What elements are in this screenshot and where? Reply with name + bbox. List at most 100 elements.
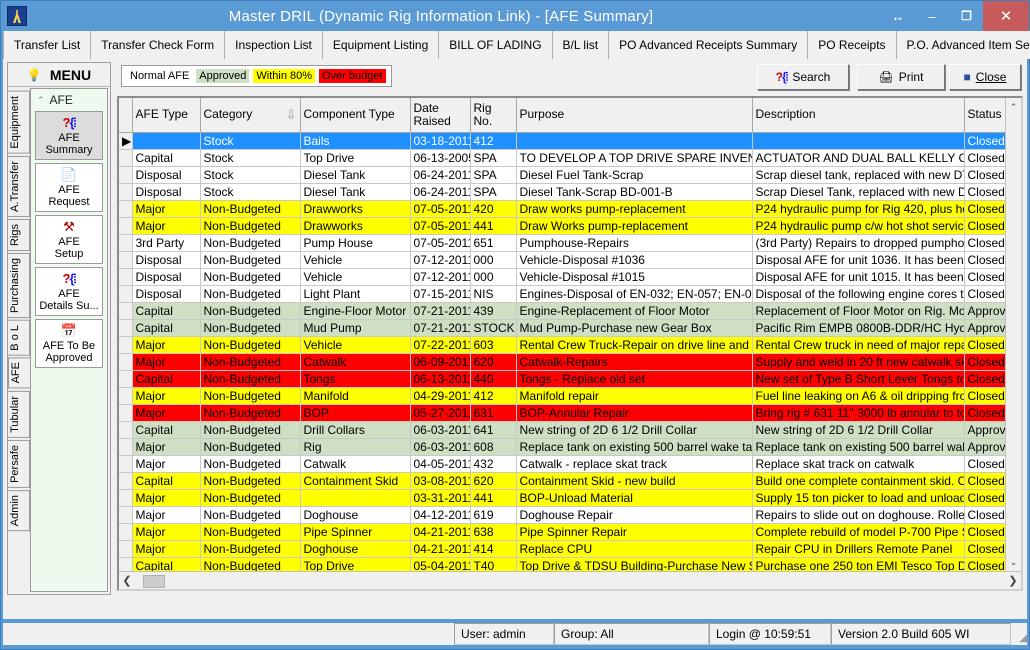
cell-component-type[interactable]: Vehicle — [300, 336, 411, 354]
col-afe-type[interactable]: AFE Type — [132, 98, 201, 133]
cell-status[interactable]: Approved — [964, 302, 1005, 320]
table-row[interactable]: Major Non-Budgeted Catwalk 06-09-2011 620 Cat… — [119, 353, 1005, 371]
row-marker[interactable] — [119, 387, 133, 405]
cell-afe-type[interactable]: Disposal — [132, 285, 201, 303]
cell-purpose[interactable]: Catwalk-Repairs — [516, 353, 753, 371]
row-marker[interactable] — [119, 421, 133, 439]
cell-component-type[interactable]: Doghouse — [300, 540, 411, 558]
col-category[interactable]: Category ⇩ — [200, 98, 301, 133]
menu-item-afe-details-summary[interactable]: ? {⦙ AFE Details Su... — [35, 267, 103, 316]
cell-rig-no[interactable]: 651 — [470, 234, 517, 252]
cell-description[interactable]: P24 hydraulic pump for Rig 420, plus hot… — [752, 200, 965, 218]
cell-category[interactable]: Stock — [200, 166, 301, 184]
col-description[interactable]: Description — [752, 98, 965, 133]
cell-status[interactable]: Closed — [964, 200, 1005, 218]
cell-purpose[interactable]: Manifold repair — [516, 387, 753, 405]
cell-purpose[interactable]: Rental Crew Truck-Repair on drive line a… — [516, 336, 753, 354]
table-row[interactable]: Major Non-Budgeted Doghouse 04-21-2011 414 Re… — [119, 540, 1005, 558]
cell-rig-no[interactable]: 441 — [470, 489, 517, 507]
table-row[interactable]: Major Non-Budgeted Catwalk 04-05-2011 432 Cat… — [119, 455, 1005, 473]
cell-rig-no[interactable]: 412 — [470, 132, 517, 150]
close-button[interactable]: ■ Close — [949, 64, 1021, 90]
cell-status[interactable]: Closed — [964, 251, 1005, 269]
sidebar-tab-equipment[interactable]: Equipment — [8, 91, 30, 154]
col-purpose[interactable]: Purpose — [516, 98, 753, 133]
cell-afe-type[interactable]: 3rd Party — [132, 234, 201, 252]
cell-description[interactable]: P24 hydraulic pump c/w hot shot service — [752, 217, 965, 235]
tab-transfer-list[interactable]: Transfer List — [3, 31, 92, 59]
cell-description[interactable]: Rental Crew truck in need of major repai… — [752, 336, 965, 354]
cell-purpose[interactable]: Tongs - Replace old set — [516, 370, 753, 388]
cell-afe-type[interactable]: Major — [132, 540, 201, 558]
cell-purpose[interactable]: Doghouse Repair — [516, 506, 753, 524]
tab-po-advanced-receipts-summary[interactable]: PO Advanced Receipts Summary — [609, 31, 809, 59]
table-row[interactable]: Major Non-Budgeted Rig 06-03-2011 608 Replace… — [119, 438, 1005, 456]
cell-rig-no[interactable]: NIS — [470, 285, 517, 303]
cell-category[interactable]: Non-Budgeted — [200, 251, 301, 269]
cell-description[interactable]: New set of Type B Short Lever Tongs to — [752, 370, 965, 388]
cell-status[interactable]: Closed — [964, 540, 1005, 558]
cell-component-type[interactable]: Pipe Spinner — [300, 523, 411, 541]
cell-purpose[interactable]: Replace CPU — [516, 540, 753, 558]
row-marker[interactable] — [119, 183, 133, 201]
cell-date-raised[interactable]: 07-05-2011 — [410, 217, 471, 235]
cell-afe-type[interactable]: Disposal — [132, 251, 201, 269]
cell-rig-no[interactable]: 441 — [470, 217, 517, 235]
tab-po-receipts[interactable]: PO Receipts — [808, 31, 897, 59]
cell-afe-type[interactable]: Major — [132, 353, 201, 371]
table-row[interactable]: Major Non-Budgeted BOP 05-27-2011 631 BOP-Ann… — [119, 404, 1005, 422]
cell-status[interactable]: Approved — [964, 319, 1005, 337]
cell-status[interactable]: Closed — [964, 387, 1005, 405]
row-marker[interactable] — [119, 523, 133, 541]
row-marker[interactable] — [119, 506, 133, 524]
cell-category[interactable]: Stock — [200, 183, 301, 201]
cell-purpose[interactable]: Pumphouse-Repairs — [516, 234, 753, 252]
cell-description[interactable]: Replace skat track on catwalk — [752, 455, 965, 473]
search-button[interactable]: ?{⦙ Search — [757, 64, 849, 90]
cell-status[interactable]: Closed — [964, 217, 1005, 235]
print-button[interactable]: 🖨 Print — [857, 64, 945, 90]
cell-purpose[interactable]: Top Drive & TDSU Building-Purchase New S… — [516, 557, 753, 571]
cell-date-raised[interactable]: 06-09-2011 — [410, 353, 471, 371]
cell-category[interactable]: Non-Budgeted — [200, 557, 301, 571]
col-status[interactable]: Status — [964, 98, 1005, 133]
cell-component-type[interactable]: Light Plant — [300, 285, 411, 303]
cell-category[interactable]: Non-Budgeted — [200, 387, 301, 405]
cell-afe-type[interactable]: Major — [132, 336, 201, 354]
cell-date-raised[interactable]: 06-24-2011 — [410, 183, 471, 201]
sidebar-tab-persafe[interactable]: Persafe — [8, 439, 30, 488]
row-marker[interactable] — [119, 438, 133, 456]
cell-date-raised[interactable]: 06-03-2011 — [410, 421, 471, 439]
cell-category[interactable]: Non-Budgeted — [200, 234, 301, 252]
cell-status[interactable]: Closed — [964, 285, 1005, 303]
cell-afe-type[interactable]: Major — [132, 523, 201, 541]
cell-purpose[interactable]: Vehicle-Disposal #1015 — [516, 268, 753, 286]
cell-rig-no[interactable]: SPA — [470, 149, 517, 167]
cell-category[interactable]: Non-Budgeted — [200, 421, 301, 439]
cell-purpose[interactable]: Engines-Disposal of EN-032; EN-057; EN-0… — [516, 285, 753, 303]
cell-rig-no[interactable]: SPA — [470, 166, 517, 184]
cell-status[interactable]: Closed — [964, 455, 1005, 473]
cell-afe-type[interactable]: Capital — [132, 319, 201, 337]
cell-component-type[interactable]: Diesel Tank — [300, 183, 411, 201]
cell-purpose[interactable]: Catwalk - replace skat track — [516, 455, 753, 473]
cell-date-raised[interactable]: 03-18-2011 — [410, 132, 471, 150]
cell-description[interactable]: Repair CPU in Drillers Remote Panel — [752, 540, 965, 558]
cell-date-raised[interactable]: 06-24-2011 — [410, 166, 471, 184]
row-marker[interactable] — [119, 217, 133, 235]
cell-afe-type[interactable]: Major — [132, 217, 201, 235]
cell-category[interactable]: Non-Budgeted — [200, 319, 301, 337]
minimize-button[interactable]: – — [915, 3, 949, 29]
cell-rig-no[interactable]: 631 — [470, 404, 517, 422]
cell-date-raised[interactable]: 04-05-2011 — [410, 455, 471, 473]
cell-description[interactable]: (3rd Party) Repairs to dropped pumphous — [752, 234, 965, 252]
cell-category[interactable]: Non-Budgeted — [200, 353, 301, 371]
cell-rig-no[interactable]: 620 — [470, 353, 517, 371]
cell-afe-type[interactable]: Disposal — [132, 183, 201, 201]
cell-status[interactable]: Closed — [964, 489, 1005, 507]
cell-description[interactable]: Replacement of Floor Motor on Rig. Motc — [752, 302, 965, 320]
table-row[interactable]: Capital Stock Top Drive 06-13-2005 SPA TO DEV… — [119, 149, 1005, 167]
cell-date-raised[interactable]: 05-27-2011 — [410, 404, 471, 422]
cell-rig-no[interactable]: 420 — [470, 200, 517, 218]
cell-component-type[interactable]: Manifold — [300, 387, 411, 405]
